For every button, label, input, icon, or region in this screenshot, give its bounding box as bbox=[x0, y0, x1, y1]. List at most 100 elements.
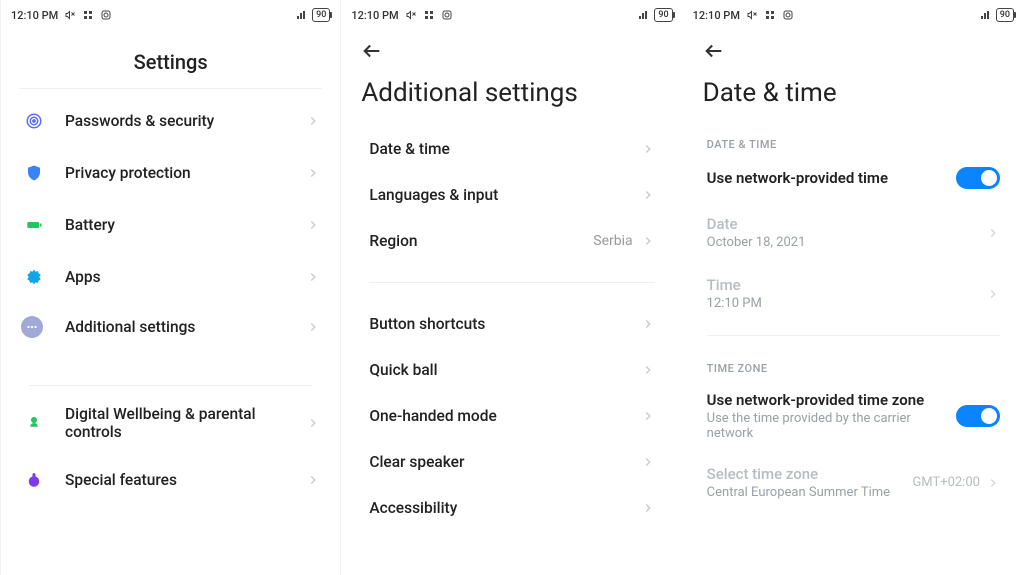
row-one-handed-mode[interactable]: One-handed mode bbox=[351, 393, 672, 439]
row-label: Digital Wellbeing & parental controls bbox=[65, 405, 306, 441]
chevron-right-icon bbox=[641, 142, 655, 156]
screen-date-time: 12:10 PM 90 Date & time DATE & TIME Use … bbox=[683, 0, 1024, 575]
row-date: Date October 18, 2021 bbox=[683, 199, 1024, 260]
chevron-right-icon bbox=[986, 226, 1000, 240]
chevron-right-icon bbox=[306, 270, 320, 284]
status-bar: 12:10 PM 90 bbox=[1, 0, 340, 30]
row-battery[interactable]: Battery bbox=[11, 199, 330, 251]
back-button[interactable] bbox=[703, 40, 725, 62]
mute-icon bbox=[64, 9, 76, 21]
row-value: Serbia bbox=[593, 233, 632, 249]
divider bbox=[29, 385, 312, 386]
row-label: Date bbox=[707, 215, 986, 233]
page-title: Date & time bbox=[683, 70, 1024, 126]
chevron-right-icon bbox=[641, 188, 655, 202]
row-label: Use network-provided time zone bbox=[707, 391, 956, 409]
row-label: Apps bbox=[65, 268, 306, 286]
chevron-right-icon bbox=[986, 287, 1000, 301]
row-use-network-time[interactable]: Use network-provided time bbox=[683, 157, 1024, 199]
fingerprint-icon bbox=[21, 108, 47, 134]
row-additional-settings[interactable]: Additional settings bbox=[11, 303, 330, 351]
row-value: GMT+02:00 bbox=[912, 475, 980, 490]
divider bbox=[19, 88, 322, 89]
chevron-right-icon bbox=[641, 409, 655, 423]
row-label: Clear speaker bbox=[369, 453, 640, 471]
row-label: Quick ball bbox=[369, 361, 640, 379]
chevron-right-icon bbox=[306, 416, 320, 430]
row-label: Region bbox=[369, 232, 593, 250]
row-select-timezone: Select time zone Central European Summer… bbox=[683, 451, 1024, 510]
screen-additional-settings: 12:10 PM 90 Additional settings Date & t… bbox=[341, 0, 682, 575]
row-label: Button shortcuts bbox=[369, 315, 640, 333]
row-accessibility[interactable]: Accessibility bbox=[351, 485, 672, 531]
toggle-network-time[interactable] bbox=[956, 167, 1000, 189]
status-time: 12:10 PM bbox=[351, 9, 398, 22]
row-sub: Central European Summer Time bbox=[707, 485, 913, 500]
battery-indicator: 90 bbox=[312, 8, 330, 22]
chevron-right-icon bbox=[306, 320, 320, 334]
status-time: 12:10 PM bbox=[11, 9, 58, 22]
row-label: Additional settings bbox=[65, 318, 306, 336]
chevron-right-icon bbox=[641, 455, 655, 469]
battery-indicator: 90 bbox=[654, 8, 672, 22]
app-icon-2 bbox=[782, 9, 794, 21]
status-time: 12:10 PM bbox=[693, 9, 740, 22]
chevron-right-icon bbox=[641, 501, 655, 515]
shield-icon bbox=[21, 160, 47, 186]
row-privacy-protection[interactable]: Privacy protection bbox=[11, 147, 330, 199]
row-label: Date & time bbox=[369, 140, 640, 158]
row-languages-input[interactable]: Languages & input bbox=[351, 172, 672, 218]
row-time: Time 12:10 PM bbox=[683, 260, 1024, 327]
battery-icon bbox=[21, 212, 47, 238]
row-sub: Use the time provided by the carrier net… bbox=[707, 411, 956, 441]
dots-icon bbox=[21, 316, 43, 338]
app-icon-1 bbox=[82, 9, 94, 21]
row-clear-speaker[interactable]: Clear speaker bbox=[351, 439, 672, 485]
page-title: Settings bbox=[1, 30, 340, 82]
network-icon bbox=[980, 9, 992, 21]
app-icon-1 bbox=[423, 9, 435, 21]
row-special-features[interactable]: Special features bbox=[11, 454, 330, 506]
row-quick-ball[interactable]: Quick ball bbox=[351, 347, 672, 393]
app-icon-2 bbox=[100, 9, 112, 21]
screen-settings: 12:10 PM 90 Settings Passwords & securit… bbox=[0, 0, 341, 575]
toggle-network-timezone[interactable] bbox=[956, 405, 1000, 427]
network-icon bbox=[638, 9, 650, 21]
chevron-right-icon bbox=[306, 114, 320, 128]
back-button[interactable] bbox=[361, 40, 383, 62]
row-label: Accessibility bbox=[369, 499, 640, 517]
divider bbox=[707, 335, 1000, 336]
status-bar: 12:10 PM 90 bbox=[683, 0, 1024, 30]
row-use-network-timezone[interactable]: Use network-provided time zone Use the t… bbox=[683, 381, 1024, 451]
row-region[interactable]: Region Serbia bbox=[351, 218, 672, 264]
row-label: Battery bbox=[65, 216, 306, 234]
chevron-right-icon bbox=[641, 363, 655, 377]
settings-list: Passwords & security Privacy protection … bbox=[1, 95, 340, 506]
row-passwords-security[interactable]: Passwords & security bbox=[11, 95, 330, 147]
row-label: Special features bbox=[65, 471, 306, 489]
row-date-time[interactable]: Date & time bbox=[351, 126, 672, 172]
divider bbox=[369, 282, 654, 283]
row-label: Select time zone bbox=[707, 465, 913, 483]
chevron-right-icon bbox=[986, 476, 1000, 490]
row-button-shortcuts[interactable]: Button shortcuts bbox=[351, 301, 672, 347]
row-digital-wellbeing[interactable]: Digital Wellbeing & parental controls bbox=[11, 392, 330, 454]
chevron-right-icon bbox=[306, 166, 320, 180]
special-icon bbox=[21, 467, 47, 493]
row-label: Privacy protection bbox=[65, 164, 306, 182]
app-icon-2 bbox=[441, 9, 453, 21]
row-label: Use network-provided time bbox=[707, 169, 956, 187]
chevron-right-icon bbox=[641, 234, 655, 248]
chevron-right-icon bbox=[306, 473, 320, 487]
row-apps[interactable]: Apps bbox=[11, 251, 330, 303]
row-sub: October 18, 2021 bbox=[707, 235, 986, 250]
status-bar: 12:10 PM 90 bbox=[341, 0, 682, 30]
row-label: Languages & input bbox=[369, 186, 640, 204]
mute-icon bbox=[746, 9, 758, 21]
battery-indicator: 90 bbox=[996, 8, 1014, 22]
row-sub: 12:10 PM bbox=[707, 296, 986, 311]
row-label: One-handed mode bbox=[369, 407, 640, 425]
page-title: Additional settings bbox=[341, 70, 682, 126]
row-label: Time bbox=[707, 276, 986, 294]
mute-icon bbox=[405, 9, 417, 21]
